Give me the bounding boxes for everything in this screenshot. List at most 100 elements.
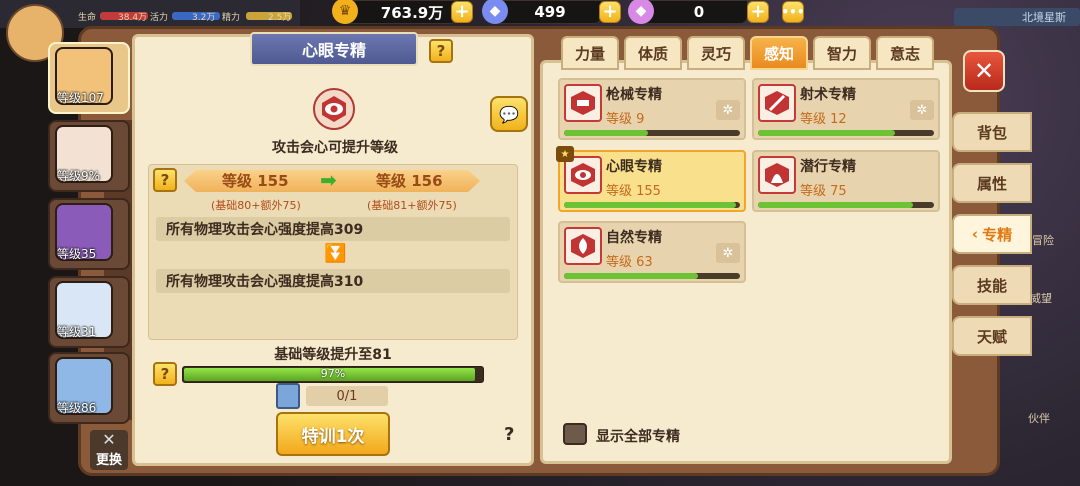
skill-level: 等级 12 [800, 112, 847, 127]
skill-progress-fill [564, 273, 698, 279]
sidebar-item-skills[interactable]: 技能 [952, 265, 1032, 305]
tab-dexterity[interactable]: 灵巧 [687, 36, 745, 70]
title-help-button[interactable]: ? [429, 39, 453, 63]
skill-name: 射术专精 [800, 87, 856, 103]
more-button[interactable]: ••• [782, 1, 805, 23]
skill-progress-bar [564, 273, 740, 279]
reset-icon[interactable]: ✲ [910, 100, 934, 120]
progress-help-button[interactable]: ? [153, 362, 177, 386]
hero-slot[interactable]: 等级35 [48, 198, 130, 270]
skill-level: 等级 63 [606, 255, 653, 270]
gem-value: 0 [693, 3, 705, 21]
detail-title: 心眼专精 [250, 32, 418, 66]
nature-icon [564, 227, 602, 265]
spirit-label: 精力 [222, 13, 241, 23]
training-item-icon [276, 383, 300, 409]
tab-willpower[interactable]: 意志 [876, 36, 934, 70]
hero-slot[interactable]: 等级107 [48, 42, 130, 114]
sidebar-item-attributes[interactable]: 属性 [952, 163, 1032, 203]
skill-progress-bar [564, 130, 740, 136]
gold-value: 763.9万 [380, 3, 444, 22]
diamond-value: 499 [534, 3, 566, 21]
skill-level: 等级 75 [800, 184, 847, 199]
arrow-right-icon: ➡ [320, 168, 337, 192]
help-icon[interactable]: ? [504, 424, 514, 445]
swap-button[interactable]: ✕ 更换 [90, 430, 128, 470]
bg-partner-label: 伙伴 [1028, 412, 1050, 425]
hood-icon [758, 156, 796, 194]
tab-perception[interactable]: 感知 [750, 36, 808, 70]
archery-icon [758, 84, 796, 122]
skill-progress-bar [758, 130, 934, 136]
hero-slot[interactable]: 等级31 [48, 276, 130, 348]
tab-strength[interactable]: 力量 [561, 36, 619, 70]
chevron-left-icon: ‹ [971, 225, 979, 243]
training-progress-bar: 97% [182, 366, 484, 383]
skill-progress-fill [564, 130, 649, 136]
spirit-value: 2.5万 [268, 13, 292, 23]
skill-card-firearms[interactable]: 枪械专精 等级 9 ✲ [558, 78, 746, 140]
show-all-label: 显示全部专精 [596, 429, 680, 445]
skill-level: 等级 155 [606, 184, 661, 199]
chevron-down-icon: ⏬ [324, 243, 347, 264]
reset-icon[interactable]: ✲ [716, 100, 740, 120]
level-next: 等级 156 [376, 172, 443, 190]
skill-progress-fill [564, 202, 737, 208]
hero-slot[interactable]: 等级9% [48, 120, 130, 192]
tab-intelligence[interactable]: 智力 [813, 36, 871, 70]
life-value: 38.4万 [118, 13, 148, 23]
effect-current: 所有物理攻击会心强度提高309 [156, 217, 510, 241]
level-next-breakdown: (基础81+额外75) [367, 199, 457, 212]
training-item-count: 0/1 [306, 386, 388, 406]
sidebar-item-talents[interactable]: 天赋 [952, 316, 1032, 356]
detail-description: 攻击会心可提升等级 [272, 140, 398, 156]
swap-label: 更换 [95, 453, 122, 468]
hero-level: 等级9% [57, 169, 101, 183]
hero-level: 等级31 [57, 325, 97, 339]
level-help-button[interactable]: ? [153, 168, 177, 192]
vigor-label: 活力 [150, 13, 169, 23]
hero-level: 等级107 [57, 91, 104, 105]
sidebar-item-label: 专精 [982, 225, 1013, 244]
sidebar-item-mastery[interactable]: ‹ 专精 [952, 214, 1032, 254]
skill-name: 心眼专精 [606, 159, 662, 175]
skill-progress-fill [758, 202, 913, 208]
hero-level: 等级35 [57, 247, 97, 261]
skill-name: 自然专精 [606, 230, 662, 246]
firearms-icon [564, 84, 602, 122]
bg-adventure-label: 冒险 [1032, 234, 1054, 247]
skill-card-nature[interactable]: 自然专精 等级 63 ✲ [558, 221, 746, 283]
level-current: 等级 155 [222, 172, 289, 190]
add-gold-button[interactable]: + [451, 1, 473, 23]
location-label: 北境星斯 [954, 8, 1080, 26]
skill-card-stealth[interactable]: 潜行专精 等级 75 [752, 150, 940, 212]
skill-progress-bar [564, 202, 740, 208]
skill-progress-bar [758, 202, 934, 208]
vigor-value: 3.2万 [192, 13, 216, 23]
add-gem-button[interactable]: + [747, 1, 769, 23]
skill-name: 枪械专精 [606, 87, 662, 103]
base-upgrade-text: 基础等级提升至81 [274, 347, 392, 363]
sidebar-item-bag[interactable]: 背包 [952, 112, 1032, 152]
hero-level: 等级86 [57, 401, 97, 415]
effect-next: 所有物理攻击会心强度提高310 [156, 269, 510, 293]
chat-icon[interactable]: 💬 [490, 96, 528, 132]
eye-icon [313, 88, 355, 130]
train-once-button[interactable]: 特训1次 [276, 412, 390, 456]
close-button[interactable]: ✕ [963, 50, 1005, 92]
swap-icon: ✕ [102, 430, 116, 449]
skill-card-archery[interactable]: 射术专精 等级 12 ✲ [752, 78, 940, 140]
training-progress-text: 97% [320, 367, 346, 380]
selected-marker-icon: ★ [556, 146, 574, 162]
reset-icon[interactable]: ✲ [716, 243, 740, 263]
skill-name: 潜行专精 [800, 159, 856, 175]
tab-constitution[interactable]: 体质 [624, 36, 682, 70]
show-all-checkbox[interactable] [563, 423, 587, 445]
hero-slot[interactable]: 等级86 [48, 352, 130, 424]
bg-prestige-label: 威望 [1030, 292, 1052, 305]
add-diamond-button[interactable]: + [599, 1, 621, 23]
skill-card-insight[interactable]: ★ 心眼专精 等级 155 [556, 146, 746, 212]
skill-progress-fill [758, 130, 896, 136]
level-current-breakdown: (基础80+额外75) [211, 199, 301, 212]
skill-level: 等级 9 [606, 112, 645, 127]
